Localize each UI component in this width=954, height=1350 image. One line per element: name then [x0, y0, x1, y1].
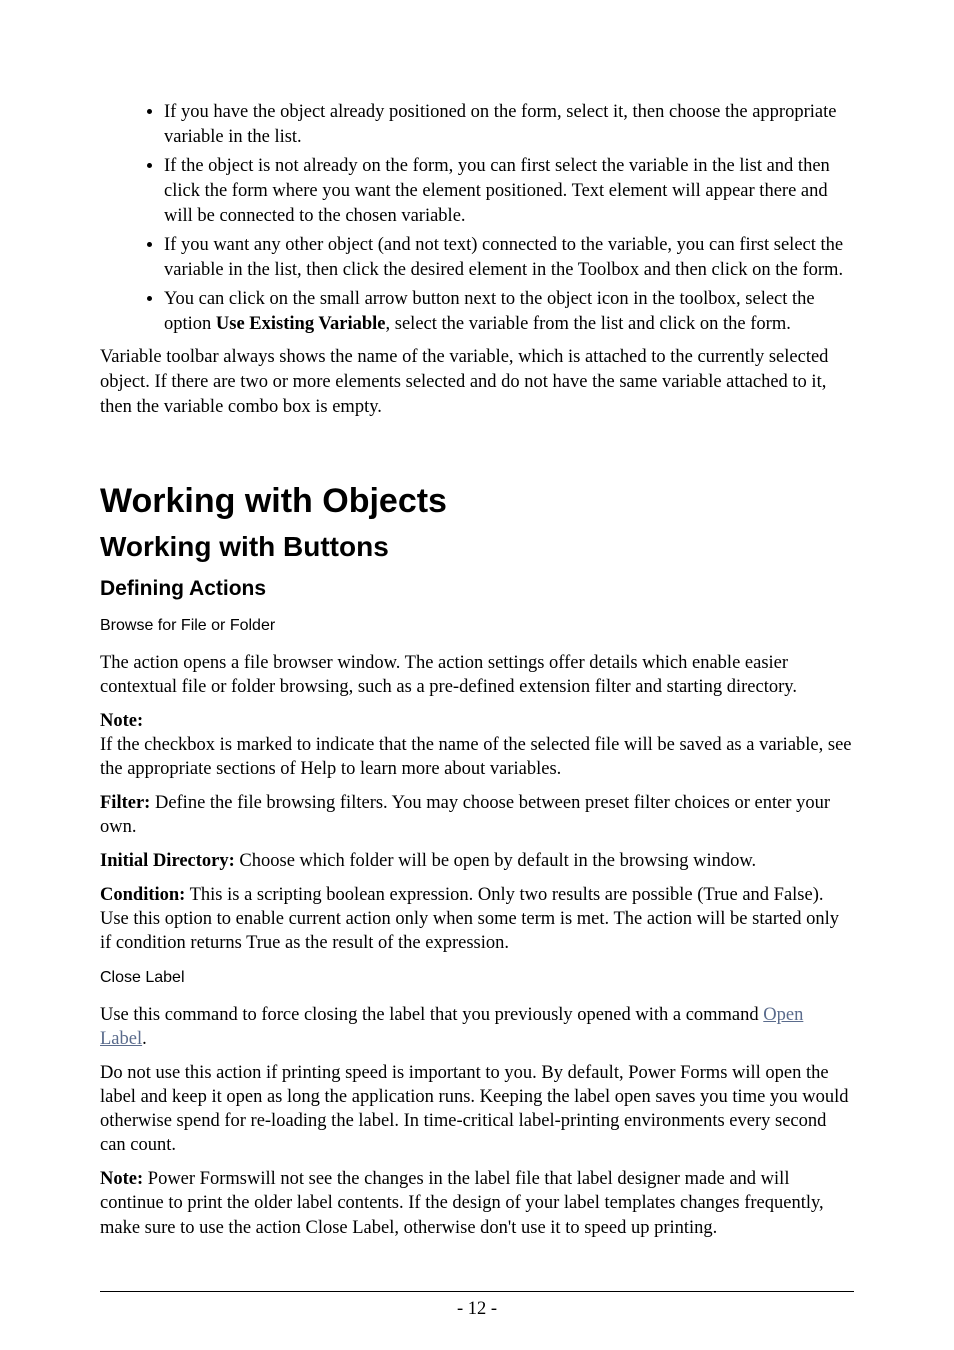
filter-body: Define the file browsing filters. You ma…: [100, 793, 830, 837]
page-number: - 12 -: [0, 1299, 954, 1320]
heading-working-with-buttons: Working with Buttons: [100, 531, 854, 563]
list-item: You can click on the small arrow button …: [164, 287, 854, 337]
cond-label: Condition:: [100, 885, 185, 905]
bullet-list: If you have the object already positione…: [100, 100, 854, 337]
intro-paragraph: Variable toolbar always shows the name o…: [100, 345, 854, 420]
footer-divider: [100, 1291, 854, 1292]
list-item: If you want any other object (and not te…: [164, 233, 854, 283]
bullet4-post: , select the variable from the list and …: [386, 314, 791, 334]
paragraph-browse: The action opens a file browser window. …: [100, 651, 854, 699]
page: If you have the object already positione…: [0, 0, 954, 1350]
paragraph-condition: Condition: This is a scripting boolean e…: [100, 883, 854, 955]
heading-working-with-objects: Working with Objects: [100, 482, 854, 521]
paragraph-close-2: Do not use this action if printing speed…: [100, 1061, 854, 1157]
paragraph-initial-directory: Initial Directory: Choose which folder w…: [100, 849, 854, 873]
init-body: Choose which folder will be open by defa…: [235, 851, 756, 871]
close-pre: Use this command to force closing the la…: [100, 1005, 763, 1025]
close-post: .: [142, 1029, 147, 1049]
note1-body: If the checkbox is marked to indicate th…: [100, 735, 852, 779]
paragraph-note1: Note: If the checkbox is marked to indic…: [100, 709, 854, 781]
paragraph-close-1: Use this command to force closing the la…: [100, 1003, 854, 1051]
list-item: If the object is not already on the form…: [164, 154, 854, 229]
note2-label: Note:: [100, 1169, 143, 1189]
init-label: Initial Directory:: [100, 851, 235, 871]
list-item: If you have the object already positione…: [164, 100, 854, 150]
note1-label: Note:: [100, 711, 143, 731]
subheading-close-label: Close Label: [100, 969, 854, 987]
filter-label: Filter:: [100, 793, 150, 813]
cond-body: This is a scripting boolean expression. …: [100, 885, 839, 953]
note2-body: Power Formswill not see the changes in t…: [100, 1169, 824, 1237]
heading-defining-actions: Defining Actions: [100, 577, 854, 601]
bullet4-bold: Use Existing Variable: [216, 314, 386, 334]
paragraph-note2: Note: Power Formswill not see the change…: [100, 1167, 854, 1239]
paragraph-filter: Filter: Define the file browsing filters…: [100, 791, 854, 839]
subheading-browse-for-file: Browse for File or Folder: [100, 617, 854, 635]
